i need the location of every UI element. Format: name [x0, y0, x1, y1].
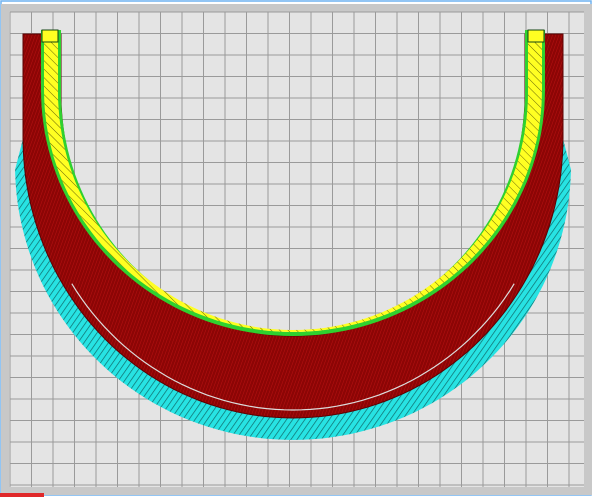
progress-bar	[0, 493, 593, 497]
right-end-cap	[527, 29, 545, 43]
layer-view-viewport[interactable]	[0, 0, 593, 497]
build-plate-scene[interactable]	[0, 0, 593, 497]
left-end-cap	[41, 29, 59, 43]
progress-bar-fill	[0, 493, 45, 497]
